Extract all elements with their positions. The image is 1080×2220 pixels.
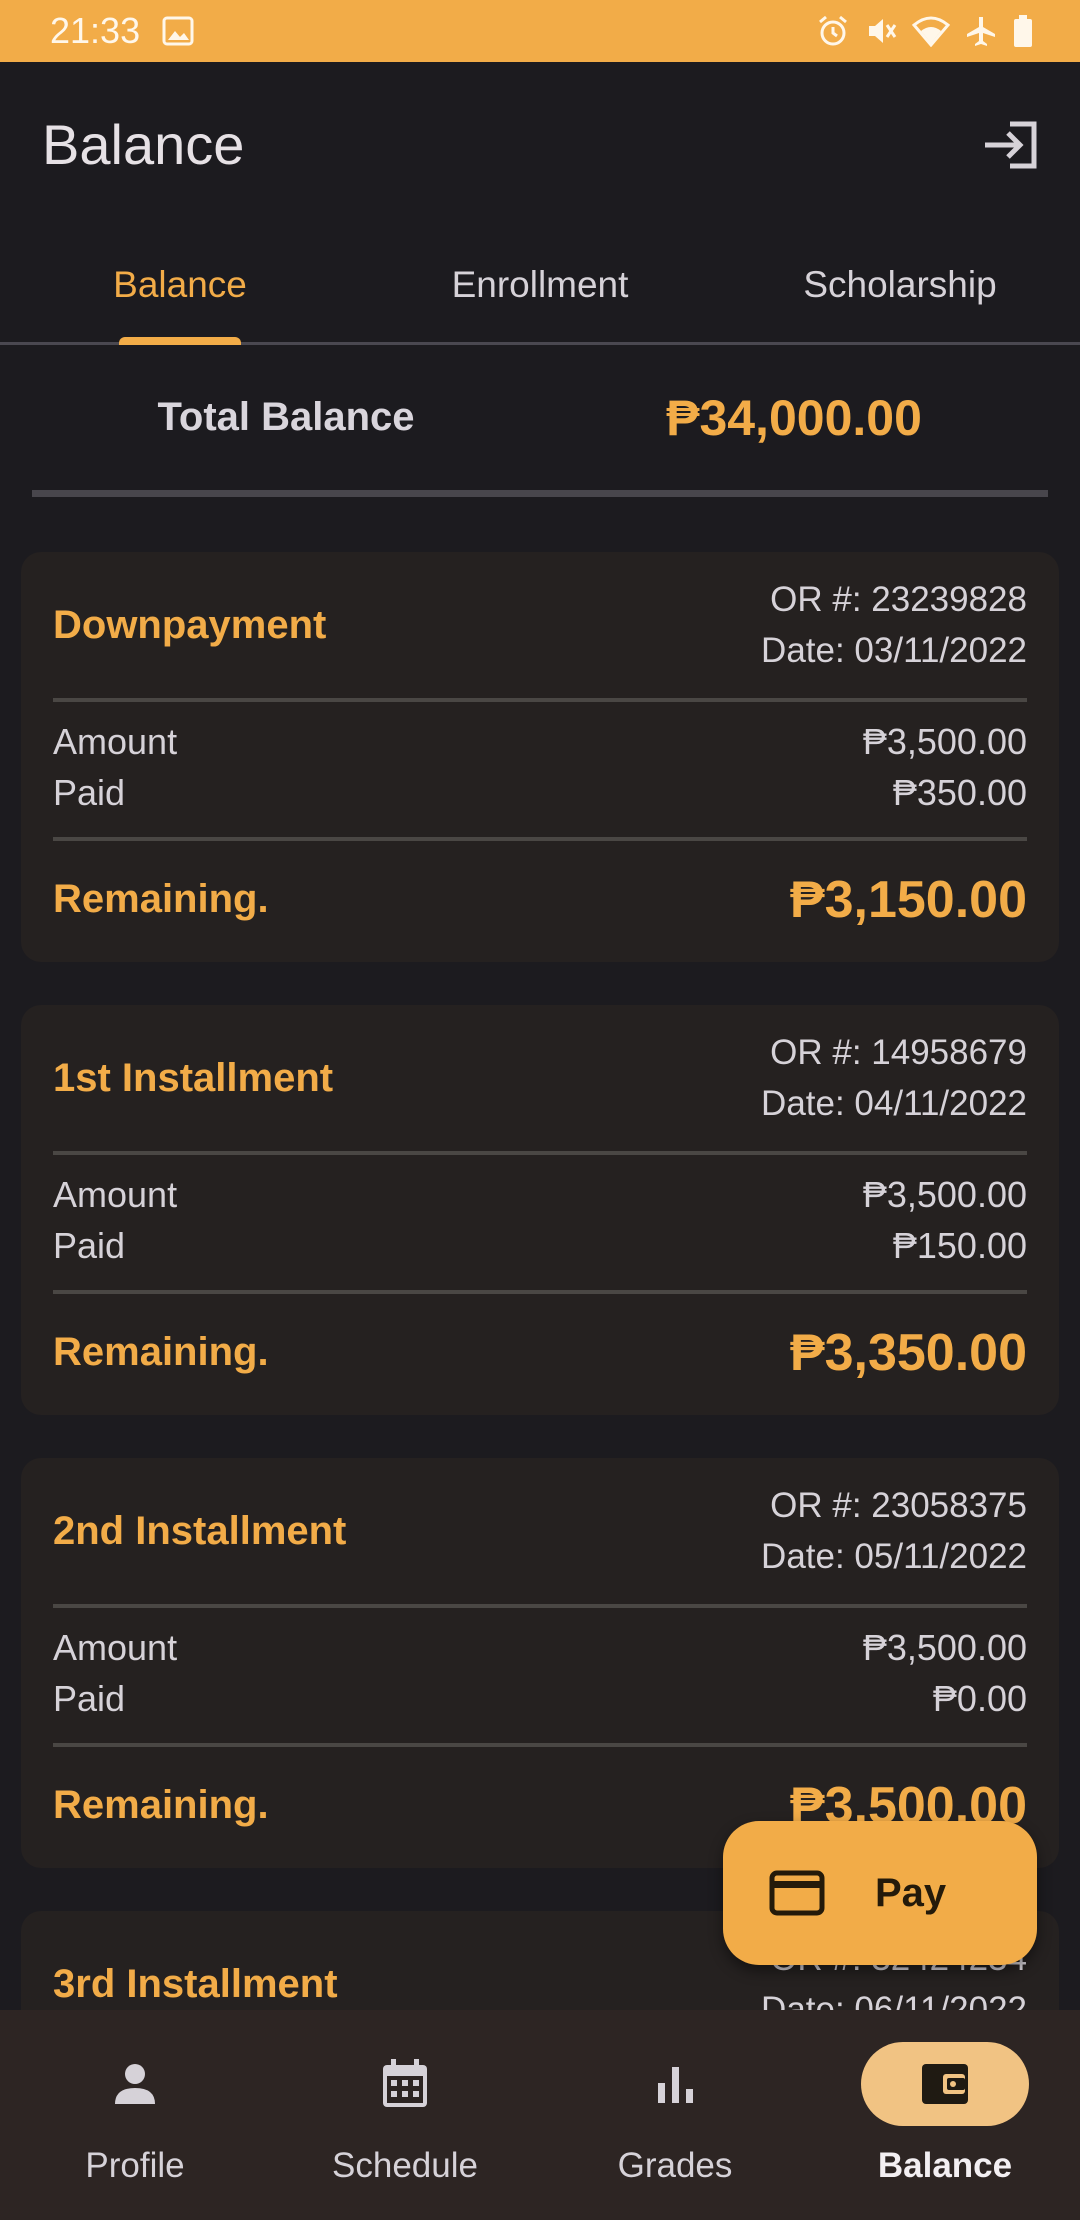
amount-label: Amount (53, 1174, 178, 1215)
paid-value: ₱350.00 (892, 772, 1027, 813)
tab-enrollment[interactable]: Enrollment (360, 227, 720, 342)
remaining-label: Remaining. (53, 877, 269, 921)
total-balance-label: Total Balance (157, 395, 415, 439)
or-number: OR #: 14958679 (770, 1033, 1027, 1072)
card-title: 2nd Installment (53, 1508, 347, 1553)
tab-bar: Balance Enrollment Scholarship (0, 227, 1080, 345)
mute-icon (864, 14, 898, 48)
nav-label-balance: Balance (877, 2146, 1013, 2185)
battery-icon (1012, 14, 1034, 48)
app-bar: Balance (0, 62, 1080, 227)
person-icon (115, 2064, 155, 2104)
card-title: 3rd Installment (53, 1961, 338, 2006)
nav-label-profile: Profile (85, 2146, 185, 2185)
amount-value: ₱3,500.00 (862, 1627, 1027, 1668)
page-title: Balance (42, 113, 245, 176)
alarm-icon (816, 14, 850, 48)
payment-card-1st-installment: 1st Installment OR #: 14958679 Date: 04/… (21, 1005, 1059, 1415)
or-number: OR #: 23058375 (770, 1486, 1027, 1525)
balance-list[interactable]: Downpayment OR #: 23239828 Date: 03/11/2… (0, 497, 1080, 2010)
nav-item-balance[interactable]: Balance (810, 2010, 1080, 2220)
airplane-icon (964, 14, 998, 48)
image-icon (162, 16, 194, 46)
logout-icon (985, 121, 1037, 168)
nav-item-schedule[interactable]: Schedule (270, 2010, 540, 2220)
status-time: 21:33 (50, 10, 141, 51)
remaining-label: Remaining. (53, 1330, 269, 1374)
amount-label: Amount (53, 721, 178, 762)
amount-value: ₱3,500.00 (862, 1174, 1027, 1215)
tab-scholarship[interactable]: Scholarship (720, 227, 1080, 342)
payment-date: Date: 05/11/2022 (761, 1537, 1027, 1576)
paid-label: Paid (53, 1678, 126, 1719)
calendar-icon (383, 2059, 427, 2107)
card-title: 1st Installment (53, 1055, 334, 1100)
amount-value: ₱3,500.00 (862, 721, 1027, 762)
pay-button[interactable]: Pay (723, 1821, 1037, 1965)
paid-label: Paid (53, 772, 126, 813)
credit-card-icon (769, 1870, 825, 1916)
amount-label: Amount (53, 1627, 178, 1668)
card-title: Downpayment (53, 602, 327, 647)
payment-card-2nd-installment: 2nd Installment OR #: 23058375 Date: 05/… (21, 1458, 1059, 1868)
paid-value: ₱150.00 (892, 1225, 1027, 1266)
bottom-navigation: Profile Schedule Grades Balance (0, 2010, 1080, 2220)
nav-item-profile[interactable]: Profile (0, 2010, 270, 2220)
payment-date: Date: 03/11/2022 (761, 631, 1027, 670)
total-balance-value: ₱34,000.00 (666, 389, 922, 446)
nav-item-grades[interactable]: Grades (540, 2010, 810, 2220)
tab-balance[interactable]: Balance (0, 227, 360, 345)
paid-value: ₱0.00 (932, 1678, 1027, 1719)
paid-label: Paid (53, 1225, 126, 1266)
remaining-value: ₱3,150.00 (789, 870, 1027, 929)
payment-date: Date: 06/11/2022 (761, 1990, 1027, 2010)
payment-date: Date: 04/11/2022 (761, 1084, 1027, 1123)
or-number: OR #: 23239828 (770, 580, 1027, 619)
logout-button[interactable] (978, 112, 1044, 178)
nav-label-grades: Grades (617, 2146, 733, 2185)
wallet-icon (922, 2064, 968, 2104)
wifi-icon (912, 15, 950, 47)
pay-button-label: Pay (875, 1870, 947, 1915)
status-bar: 21:33 (0, 0, 1080, 62)
bar-chart-icon (658, 2067, 693, 2103)
nav-label-schedule: Schedule (332, 2146, 478, 2185)
payment-card-downpayment: Downpayment OR #: 23239828 Date: 03/11/2… (21, 552, 1059, 962)
remaining-label: Remaining. (53, 1783, 269, 1827)
remaining-value: ₱3,350.00 (789, 1323, 1027, 1382)
total-balance-row: Total Balance ₱34,000.00 (32, 345, 1048, 497)
